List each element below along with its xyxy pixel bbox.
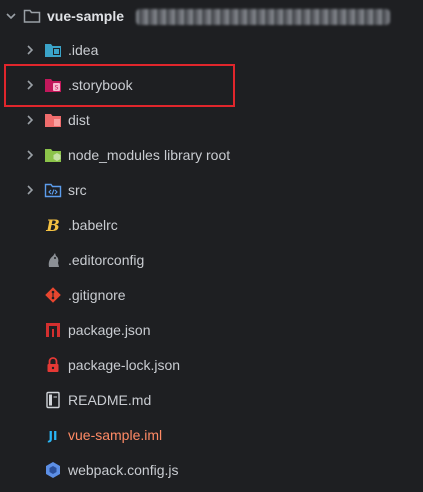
item-label: dist: [68, 112, 90, 128]
project-tree: vue-sample .idea S .storybook dist node_…: [0, 0, 423, 492]
chevron-right-icon[interactable]: [23, 183, 37, 197]
item-label: .editorconfig: [68, 252, 145, 268]
highlight-annotation-box: [4, 64, 235, 107]
lock-icon: [44, 356, 62, 374]
svg-text:B: B: [45, 216, 60, 234]
babel-icon: B: [44, 216, 62, 234]
project-name: vue-sample: [47, 8, 125, 24]
tree-item-gitignore[interactable]: .gitignore: [0, 280, 423, 310]
item-label: vue-sample.iml: [68, 427, 163, 443]
svg-text:JI: JI: [48, 429, 58, 443]
src-folder-icon: [44, 181, 62, 199]
item-label: package.json: [68, 322, 151, 338]
git-icon: [44, 286, 62, 304]
node-modules-folder-icon: [44, 146, 62, 164]
idea-folder-icon: [44, 41, 62, 59]
chevron-right-icon[interactable]: [23, 43, 37, 57]
tree-item-iml[interactable]: JI vue-sample.iml: [0, 420, 423, 450]
tree-item-package-lock-json[interactable]: package-lock.json: [0, 350, 423, 380]
tree-root-row[interactable]: vue-sample: [0, 1, 423, 31]
webpack-icon: [44, 461, 62, 479]
chevron-right-icon[interactable]: [23, 148, 37, 162]
library-root-label: library root: [164, 147, 231, 163]
tree-item-webpack-config[interactable]: webpack.config.js: [0, 455, 423, 485]
chevron-down-icon[interactable]: [4, 9, 18, 23]
iml-icon: JI: [44, 426, 62, 444]
readme-icon: [44, 391, 62, 409]
chevron-right-icon[interactable]: [23, 113, 37, 127]
tree-item-idea[interactable]: .idea: [0, 35, 423, 65]
item-label: src: [68, 182, 87, 198]
tree-item-babelrc[interactable]: B .babelrc: [0, 210, 423, 240]
item-label: .idea: [68, 42, 99, 58]
item-label: webpack.config.js: [68, 462, 179, 478]
folder-icon: [23, 7, 41, 25]
editorconfig-icon: [44, 251, 62, 269]
dist-folder-icon: [44, 111, 62, 129]
tree-item-src[interactable]: src: [0, 175, 423, 205]
item-label: .babelrc: [68, 217, 118, 233]
item-label: README.md: [68, 392, 152, 408]
tree-item-node-modules[interactable]: node_modules library root: [0, 140, 423, 170]
tree-item-dist[interactable]: dist: [0, 105, 423, 135]
tree-item-editorconfig[interactable]: .editorconfig: [0, 245, 423, 275]
item-label: node_modules: [68, 147, 160, 163]
npm-icon: [44, 321, 62, 339]
blurred-path: [136, 9, 390, 25]
tree-item-package-json[interactable]: package.json: [0, 315, 423, 345]
item-label: package-lock.json: [68, 357, 181, 373]
tree-item-readme[interactable]: README.md: [0, 385, 423, 415]
item-label: .gitignore: [68, 287, 126, 303]
